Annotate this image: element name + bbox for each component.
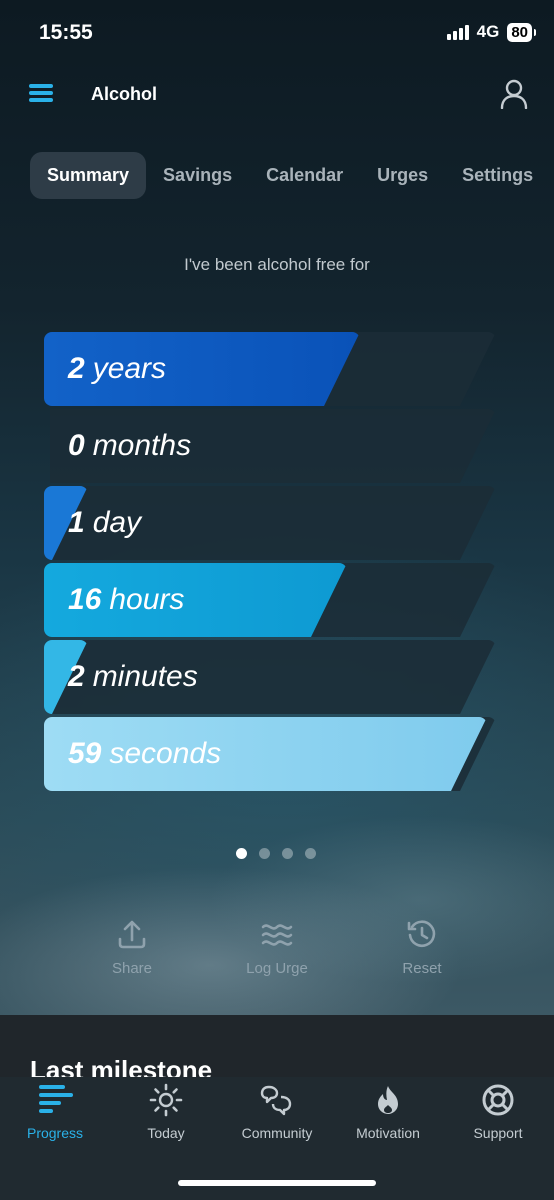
nav-progress-label: Progress — [26, 1125, 84, 1141]
tab-urges[interactable]: Urges — [360, 152, 445, 199]
network-type: 4G — [476, 22, 500, 41]
nav-support-label: Support — [473, 1125, 523, 1141]
nav-motivation[interactable]: Motivation — [333, 1083, 443, 1141]
share-button[interactable]: Share — [77, 918, 187, 977]
counter-label: 2 years — [68, 352, 167, 385]
history-icon — [407, 920, 436, 948]
log-urge-button[interactable]: Log Urge — [222, 918, 332, 977]
counter-months: 0 months — [44, 409, 496, 483]
nav-today-label: Today — [147, 1125, 185, 1141]
page-indicator — [236, 848, 316, 859]
battery-icon: 80 — [507, 22, 536, 42]
status-time: 15:55 — [39, 21, 93, 44]
tab-calendar[interactable]: Calendar — [249, 152, 360, 199]
counter-label: 1 day — [68, 506, 142, 539]
tab-settings[interactable]: Settings — [445, 152, 550, 199]
share-icon — [118, 920, 146, 949]
reset-label: Reset — [402, 960, 442, 977]
sober-intro-text: I've been alcohol free for — [184, 255, 370, 274]
counter-hours: 16 hours — [44, 563, 496, 637]
counter-label: 0 months — [68, 429, 192, 462]
page-dot[interactable] — [305, 848, 316, 859]
signal-icon — [446, 24, 469, 40]
nav-today[interactable]: Today — [111, 1083, 221, 1141]
share-label: Share — [111, 960, 153, 977]
log-urge-label: Log Urge — [246, 960, 308, 977]
tab-summary[interactable]: Summary — [30, 152, 147, 199]
tab-bar: Summary Savings Calendar Urges Settings — [30, 152, 550, 199]
waves-icon — [261, 924, 293, 946]
sun-icon — [149, 1083, 183, 1117]
counter-label: 59 seconds — [68, 737, 222, 770]
counter-seconds: 59 seconds — [44, 717, 496, 791]
reset-button[interactable]: Reset — [367, 918, 477, 977]
page-dot[interactable] — [236, 848, 247, 859]
status-indicators: 4G 80 — [446, 22, 536, 42]
home-indicator — [178, 1180, 376, 1186]
lifebuoy-icon — [482, 1084, 514, 1116]
counter-years: 2 years — [44, 332, 496, 406]
page-dot[interactable] — [282, 848, 293, 859]
page-dot[interactable] — [259, 848, 270, 859]
nav-community[interactable]: Community — [222, 1083, 332, 1141]
counter-minutes: 2 minutes — [44, 640, 496, 714]
counter-label: 16 hours — [68, 583, 185, 616]
progress-icon — [39, 1085, 73, 1113]
menu-icon[interactable] — [29, 84, 53, 102]
nav-motivation-label: Motivation — [356, 1125, 420, 1141]
community-icon — [260, 1085, 292, 1116]
tab-savings[interactable]: Savings — [146, 152, 249, 199]
flame-icon — [378, 1086, 398, 1114]
counter-label: 2 minutes — [68, 660, 198, 693]
nav-progress[interactable]: Progress — [0, 1083, 110, 1141]
nav-community-label: Community — [241, 1125, 313, 1141]
nav-support[interactable]: Support — [443, 1083, 553, 1141]
counter-days: 1 day — [44, 486, 496, 560]
profile-icon[interactable] — [500, 79, 528, 109]
page-title: Alcohol — [91, 84, 157, 104]
